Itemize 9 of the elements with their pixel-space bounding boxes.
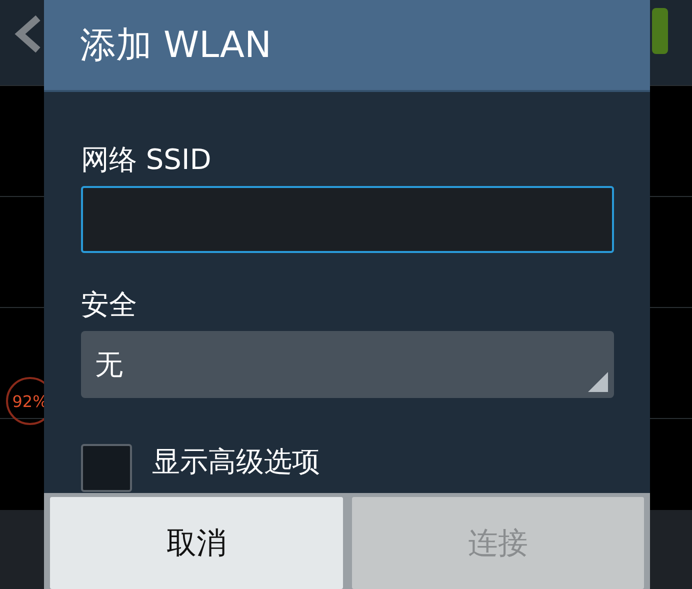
field-label: 安全 — [81, 287, 137, 323]
checkbox[interactable] — [81, 444, 132, 492]
field-label: 网络 SSID — [81, 142, 212, 178]
ssid-input-field[interactable] — [81, 186, 614, 253]
checkbox-label: 显示高级选项 — [152, 444, 320, 480]
cancel-button[interactable]: 取消 — [50, 497, 342, 589]
security-dropdown[interactable]: 无 — [81, 331, 614, 398]
dialog-title: 添加 WLAN — [44, 0, 650, 92]
dropdown-corner-icon — [588, 372, 608, 392]
